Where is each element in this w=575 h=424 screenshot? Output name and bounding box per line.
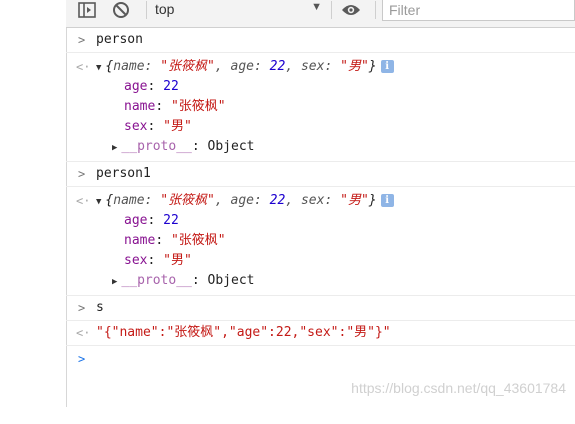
sidebar-toggle-icon[interactable] (76, 0, 98, 20)
property-row: age: 22 (124, 79, 179, 94)
console-output-message: <· ▼ {name: "张筱枫", age: 22, sex: "男"} i ag… (66, 53, 575, 162)
object-summary[interactable]: ▼ {name: "张筱枫", age: 22, sex: "男"} i (96, 191, 394, 212)
output-chevron-icon: <· (76, 326, 91, 340)
property-row: sex: "男" (124, 253, 192, 268)
watermark: https://blog.csdn.net/qq_43601784 (351, 380, 566, 396)
toolbar-separator (375, 1, 376, 19)
input-chevron-icon: > (78, 301, 86, 315)
property-row: age: 22 (124, 213, 179, 228)
proto-row[interactable]: ▶ __proto__: Object (112, 137, 255, 157)
output-string: "{"name":"张筱枫","age":22,"sex":"男"}" (96, 325, 391, 340)
context-value: top (155, 1, 175, 17)
filter-input[interactable]: Filter (382, 0, 575, 21)
proto-row[interactable]: ▶ __proto__: Object (112, 271, 255, 291)
console-input-message: > person1 (66, 162, 575, 187)
console-toolbar: top ▼ Filter (66, 0, 575, 28)
console-output-message: <· ▼ {name: "张筱枫", age: 22, sex: "男"} i ag… (66, 187, 575, 296)
eye-icon[interactable] (338, 0, 364, 20)
context-selector[interactable]: top ▼ (144, 0, 324, 20)
console-input-message: > s (66, 296, 575, 321)
input-chevron-icon: > (78, 167, 86, 181)
input-chevron-icon: > (78, 352, 86, 366)
collapse-triangle-icon[interactable]: ▼ (96, 63, 101, 73)
console-input-message: > person (66, 28, 575, 53)
output-chevron-icon: <· (76, 60, 91, 74)
output-chevron-icon: <· (76, 194, 91, 208)
expand-triangle-icon[interactable]: ▶ (112, 277, 117, 287)
object-summary[interactable]: ▼ {name: "张筱枫", age: 22, sex: "男"} i (96, 57, 394, 78)
info-icon[interactable]: i (380, 60, 394, 73)
property-row: name: "张筱枫" (124, 233, 226, 248)
property-row: sex: "男" (124, 119, 192, 134)
info-icon[interactable]: i (380, 194, 394, 207)
clear-console-icon[interactable] (110, 0, 132, 20)
input-chevron-icon: > (78, 33, 86, 47)
console-prompt[interactable]: > (66, 346, 575, 372)
expand-triangle-icon[interactable]: ▶ (112, 143, 117, 153)
console-messages: > person <· ▼ {name: "张筱枫", age: 22, sex:… (66, 28, 575, 372)
left-gutter (0, 0, 67, 407)
toolbar-separator (331, 1, 332, 19)
dropdown-caret-icon: ▼ (311, 1, 322, 13)
console-output-message: <· "{"name":"张筱枫","age":22,"sex":"男"}" (66, 321, 575, 346)
property-row: name: "张筱枫" (124, 99, 226, 114)
collapse-triangle-icon[interactable]: ▼ (96, 197, 101, 207)
input-expression: person1 (96, 166, 151, 181)
input-expression: person (96, 32, 143, 47)
input-expression: s (96, 300, 104, 315)
